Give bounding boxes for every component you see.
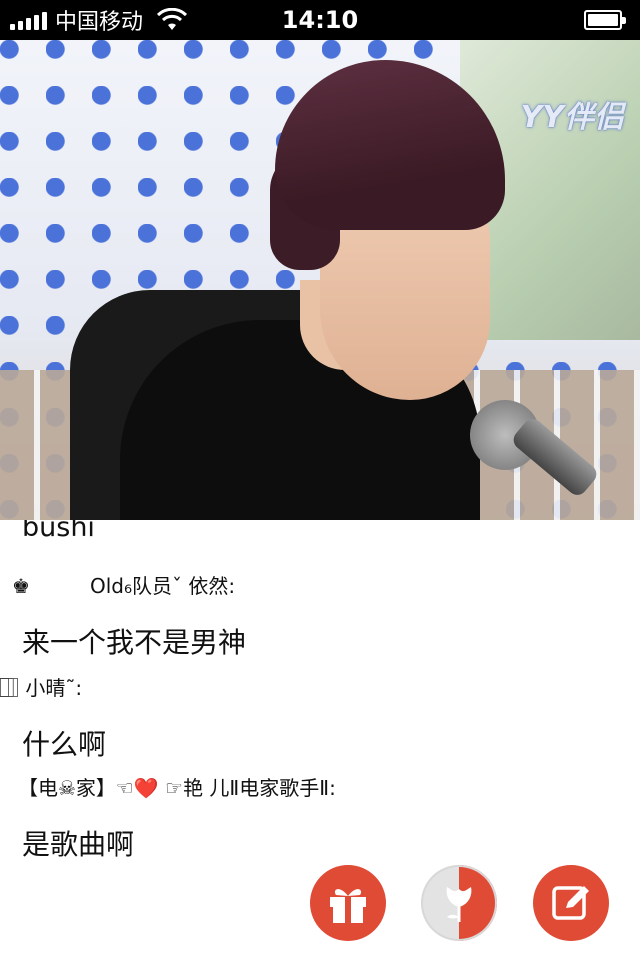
gift-icon xyxy=(330,889,366,923)
edit-icon xyxy=(552,886,589,920)
flower-icon xyxy=(446,887,472,922)
battery-icon xyxy=(584,10,626,30)
compose-button[interactable] xyxy=(533,865,609,941)
battery-level xyxy=(588,14,618,26)
signal-strength-icon xyxy=(10,10,47,30)
chat-message-text: 什么啊 xyxy=(22,728,107,761)
wifi-icon xyxy=(157,8,188,30)
chat-message-text: bushi xyxy=(22,520,95,543)
chat-sender-row: ♚ Old₆队员ˇ 依然: xyxy=(0,570,640,599)
chat-sender: Old₆队员ˇ 依然: xyxy=(90,574,236,598)
chat-message-text: 是歌曲啊 xyxy=(22,828,135,861)
chat-sender: ⃞ ⃞ ⃞ 小晴˜: xyxy=(10,676,83,700)
live-video[interactable]: YY伴侣 xyxy=(0,40,640,520)
gift-button[interactable] xyxy=(310,865,386,941)
chat-sender: 【电☠家】☜❤️ ☞艳 儿Ⅱ电家歌手Ⅱ: xyxy=(18,776,336,800)
status-bar: 中国移动 14:10 xyxy=(0,0,640,40)
flower-button[interactable] xyxy=(421,865,497,941)
chat-message: ⃞ ⃞ ⃞ 小晴˜: 什么啊 xyxy=(0,672,640,763)
video-watermark: YY伴侣 xyxy=(520,100,624,135)
chat-message: ♚ Old₆队员ˇ 依然: 来一个我不是男神 xyxy=(0,570,640,661)
chat-message: 【电☠家】☜❤️ ☞艳 儿Ⅱ电家歌手Ⅱ: 是歌曲啊 xyxy=(0,772,640,863)
chat-message-text: 来一个我不是男神 xyxy=(22,626,247,659)
crown-icon: ♚ xyxy=(12,574,30,598)
carrier-name: 中国移动 xyxy=(55,10,144,35)
